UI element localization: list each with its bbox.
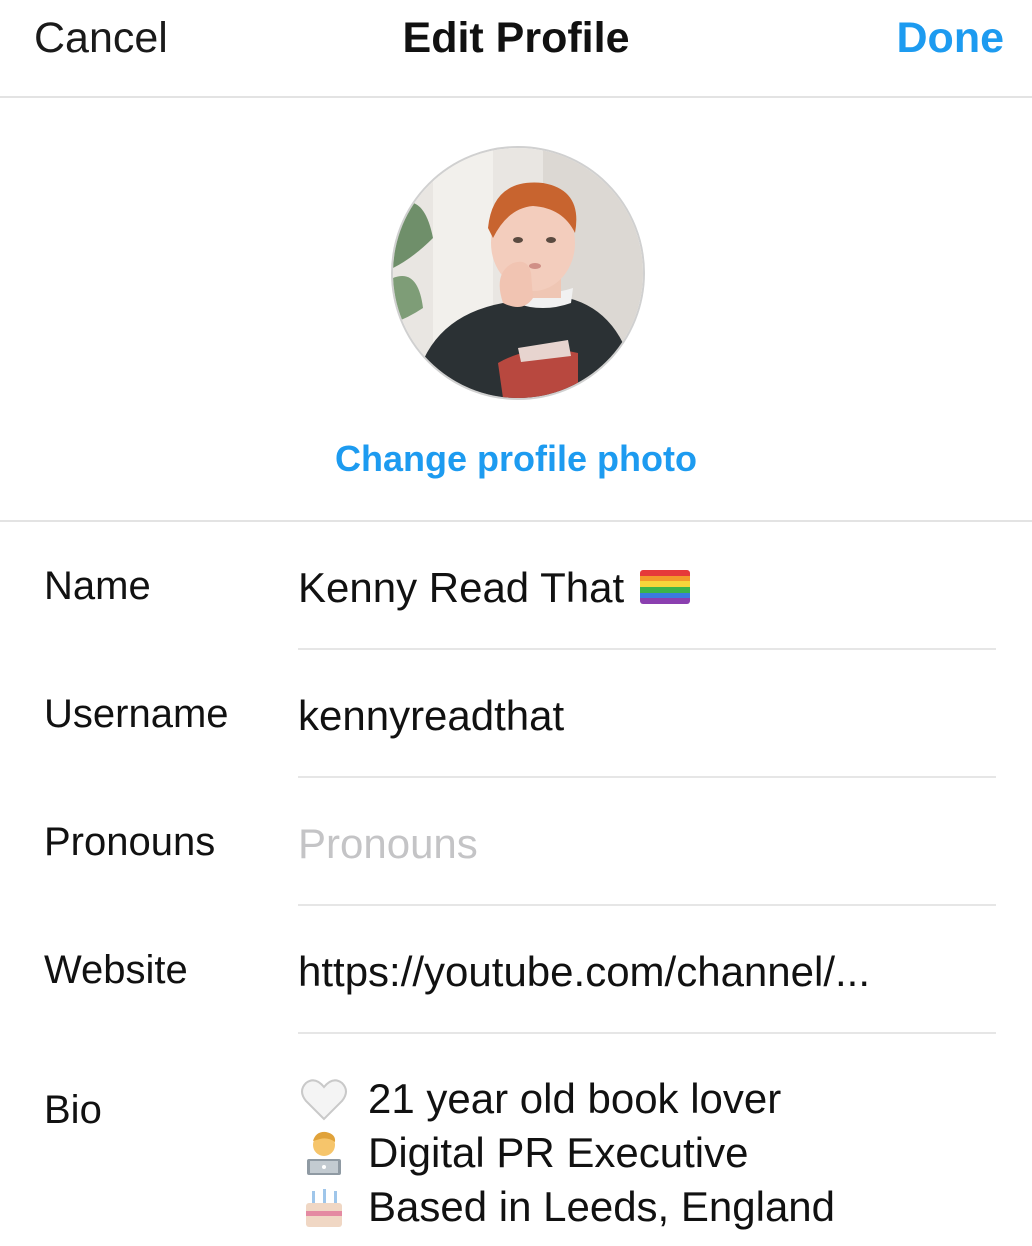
pronouns-row: Pronouns Pronouns — [0, 778, 1032, 906]
avatar-photo — [393, 148, 643, 398]
navigation-bar: Cancel Edit Profile Done — [0, 0, 1032, 98]
website-row: Website https://youtube.com/channel/... — [0, 906, 1032, 1034]
bio-label: Bio — [44, 1088, 102, 1132]
username-row: Username kennyreadthat — [0, 650, 1032, 778]
bio-line: 21 year old book lover — [298, 1072, 996, 1126]
name-label: Name — [44, 564, 151, 608]
bio-row: Bio 21 year old book lover Digital PR Ex… — [0, 1034, 1032, 1234]
bio-line-text: Digital PR Executive — [368, 1129, 749, 1176]
username-field[interactable]: kennyreadthat — [298, 692, 996, 740]
pronouns-field[interactable]: Pronouns — [298, 820, 996, 868]
name-row: Name Kenny Read That — [0, 522, 1032, 650]
bio-line-text: 21 year old book lover — [368, 1075, 782, 1122]
website-field[interactable]: https://youtube.com/channel/... — [298, 948, 996, 996]
white-heart-icon — [298, 1073, 350, 1125]
bio-field[interactable]: 21 year old book lover Digital PR Execut… — [298, 1072, 996, 1234]
change-profile-photo-link[interactable]: Change profile photo — [0, 438, 1032, 480]
man-technologist-icon — [298, 1127, 350, 1179]
profile-photo-section: Change profile photo — [0, 98, 1032, 522]
bio-line: Digital PR Executive — [298, 1126, 996, 1180]
name-value: Kenny Read That — [298, 564, 625, 611]
page-title: Edit Profile — [402, 14, 630, 62]
avatar[interactable] — [391, 146, 645, 400]
username-label: Username — [44, 692, 229, 736]
birthday-cake-icon — [298, 1181, 350, 1233]
bio-line-text: Based in Leeds, England — [368, 1183, 836, 1230]
website-label: Website — [44, 948, 188, 992]
name-field[interactable]: Kenny Read That — [298, 564, 996, 612]
done-button[interactable]: Done — [897, 14, 1005, 63]
bio-line: Based in Leeds, England — [298, 1180, 996, 1234]
pronouns-label: Pronouns — [44, 820, 216, 864]
rainbow-flag-icon — [640, 570, 691, 604]
profile-form: Name Kenny Read That Username kennyreadt… — [0, 522, 1032, 1234]
